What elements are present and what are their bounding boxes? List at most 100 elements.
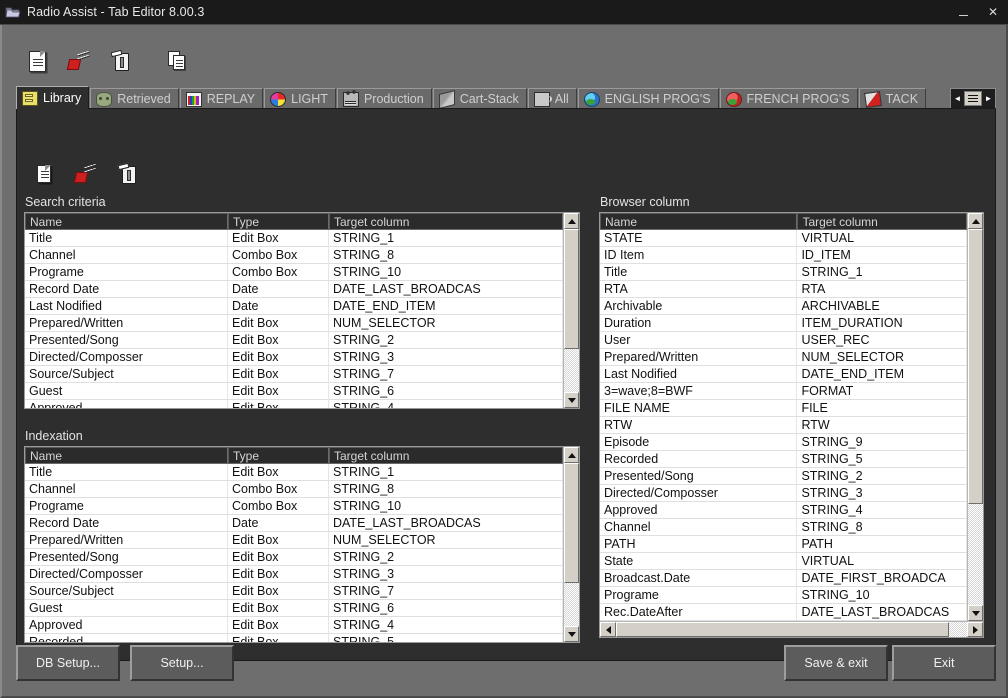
column-header[interactable]: Name — [25, 447, 228, 463]
delete-button[interactable] — [100, 44, 142, 78]
table-row[interactable]: ArchivableARCHIVABLE — [600, 298, 967, 315]
table-row[interactable]: ApprovedEdit BoxSTRING_4 — [25, 617, 563, 634]
close-button[interactable]: ✕ — [978, 0, 1008, 25]
new-document-button[interactable] — [16, 44, 58, 78]
column-header[interactable]: Target column — [329, 447, 563, 463]
vertical-scrollbar[interactable] — [967, 213, 983, 621]
table-row[interactable]: Source/SubjectEdit BoxSTRING_7 — [25, 583, 563, 600]
table-row[interactable]: GuestEdit BoxSTRING_6 — [25, 383, 563, 400]
table-row[interactable]: TitleEdit BoxSTRING_1 — [25, 464, 563, 481]
table-row[interactable]: EpisodeSTRING_9 — [600, 434, 967, 451]
edit-entry-button[interactable] — [65, 157, 107, 191]
table-row[interactable]: Directed/ComposserEdit BoxSTRING_3 — [25, 349, 563, 366]
setup-button[interactable]: Setup... — [130, 645, 234, 681]
table-row[interactable]: Record DateDateDATE_LAST_BROADCAS — [25, 281, 563, 298]
table-row[interactable]: 3=wave;8=BWFFORMAT — [600, 383, 967, 400]
column-header[interactable]: Target column — [329, 213, 563, 229]
table-row[interactable]: Presented/SongSTRING_2 — [600, 468, 967, 485]
table-row[interactable]: ChannelCombo BoxSTRING_8 — [25, 247, 563, 264]
column-header[interactable]: Type — [228, 447, 329, 463]
table-row[interactable]: Presented/SongEdit BoxSTRING_2 — [25, 549, 563, 566]
table-row[interactable]: Last NodifiedDateDATE_END_ITEM — [25, 298, 563, 315]
table-row[interactable]: RecordedSTRING_5 — [600, 451, 967, 468]
table-cell: STRING_10 — [329, 264, 563, 280]
main-toolbar — [16, 42, 198, 80]
table-row[interactable]: Source/SubjectEdit BoxSTRING_7 — [25, 366, 563, 383]
tab-light[interactable]: LIGHT — [264, 88, 336, 109]
tab-production[interactable]: Production — [337, 88, 432, 109]
table-row[interactable]: ID ItemID_ITEM — [600, 247, 967, 264]
browser-column-list[interactable]: NameTarget columnSTATEVIRTUALID ItemID_I… — [599, 212, 984, 638]
table-row[interactable]: FILE NAMEFILE — [600, 400, 967, 417]
table-row[interactable]: Broadcast.DateDATE_FIRST_BROADCA — [600, 570, 967, 587]
table-row[interactable]: TitleEdit BoxSTRING_1 — [25, 230, 563, 247]
table-row[interactable]: Directed/ComposserEdit BoxSTRING_3 — [25, 566, 563, 583]
save-and-exit-button[interactable]: Save & exit — [784, 645, 888, 681]
table-row[interactable]: DurationITEM_DURATION — [600, 315, 967, 332]
copy-button[interactable] — [156, 44, 198, 78]
db-setup-button[interactable]: DB Setup... — [16, 645, 120, 681]
table-row[interactable]: TitleSTRING_1 — [600, 264, 967, 281]
table-row[interactable]: Prepared/WrittenEdit BoxNUM_SELECTOR — [25, 532, 563, 549]
scroll-left-button[interactable] — [600, 622, 616, 637]
scroll-up-button[interactable] — [564, 213, 579, 229]
table-row[interactable]: RTARTA — [600, 281, 967, 298]
table-row[interactable]: ChannelCombo BoxSTRING_8 — [25, 481, 563, 498]
table-row[interactable]: GuestEdit BoxSTRING_6 — [25, 600, 563, 617]
tab-all[interactable]: All — [528, 88, 577, 109]
delete-entry-button[interactable] — [107, 157, 149, 191]
minimize-button[interactable] — [948, 0, 978, 25]
tab-english-progs[interactable]: ENGLISH PROG'S — [578, 88, 719, 109]
table-row[interactable]: StateVIRTUAL — [600, 553, 967, 570]
tab-list-icon[interactable] — [964, 91, 982, 106]
scrollbar-thumb[interactable] — [564, 463, 579, 583]
clear-button[interactable] — [58, 44, 100, 78]
scroll-up-button[interactable] — [564, 447, 579, 463]
tab-cart-stack[interactable]: Cart-Stack — [433, 88, 527, 109]
scroll-right-button[interactable] — [967, 622, 983, 637]
table-row[interactable]: ApprovedSTRING_4 — [600, 502, 967, 519]
scroll-down-button[interactable] — [564, 626, 579, 642]
table-row[interactable]: Record DateDateDATE_LAST_BROADCAS — [25, 515, 563, 532]
table-row[interactable]: RecordedEdit BoxSTRING_5 — [25, 634, 563, 642]
column-header[interactable]: Name — [600, 213, 797, 229]
table-row[interactable]: Presented/SongEdit BoxSTRING_2 — [25, 332, 563, 349]
tab-next-button[interactable]: ► — [982, 89, 995, 108]
horizontal-scrollbar[interactable] — [600, 621, 983, 637]
table-row[interactable]: ApprovedEdit BoxSTRING_4 — [25, 400, 563, 408]
vertical-scrollbar[interactable] — [563, 213, 579, 408]
table-row[interactable]: UserUSER_REC — [600, 332, 967, 349]
table-row[interactable]: Prepared/WrittenNUM_SELECTOR — [600, 349, 967, 366]
tab-french-progs[interactable]: FRENCH PROG'S — [720, 88, 858, 109]
column-header[interactable]: Type — [228, 213, 329, 229]
column-header[interactable]: Target column — [797, 213, 967, 229]
exit-button[interactable]: Exit — [892, 645, 996, 681]
vertical-scrollbar[interactable] — [563, 447, 579, 642]
tab-library[interactable]: Library — [16, 86, 89, 109]
table-row[interactable]: RTWRTW — [600, 417, 967, 434]
search-criteria-list[interactable]: NameTypeTarget columnTitleEdit BoxSTRING… — [24, 212, 580, 409]
table-row[interactable]: Rec.DateAfterDATE_LAST_BROADCAS — [600, 604, 967, 621]
tab-replay[interactable]: REPLAY — [180, 88, 263, 109]
tab-prev-button[interactable]: ◄ — [951, 89, 964, 108]
scrollbar-thumb[interactable] — [616, 622, 949, 637]
table-row[interactable]: ProgrameCombo BoxSTRING_10 — [25, 264, 563, 281]
scroll-down-button[interactable] — [564, 392, 579, 408]
table-row[interactable]: ProgrameSTRING_10 — [600, 587, 967, 604]
scrollbar-thumb[interactable] — [968, 229, 983, 504]
table-row[interactable]: Last NodifiedDATE_END_ITEM — [600, 366, 967, 383]
scroll-up-button[interactable] — [968, 213, 983, 229]
new-entry-button[interactable] — [23, 157, 65, 191]
table-row[interactable]: STATEVIRTUAL — [600, 230, 967, 247]
table-row[interactable]: Directed/ComposserSTRING_3 — [600, 485, 967, 502]
tab-tack[interactable]: TACK — [859, 88, 926, 109]
tab-retrieved[interactable]: Retrieved — [90, 88, 179, 109]
column-header[interactable]: Name — [25, 213, 228, 229]
table-row[interactable]: ProgrameCombo BoxSTRING_10 — [25, 498, 563, 515]
scroll-down-button[interactable] — [968, 605, 983, 621]
scrollbar-thumb[interactable] — [564, 229, 579, 349]
indexation-list[interactable]: NameTypeTarget columnTitleEdit BoxSTRING… — [24, 446, 580, 643]
table-row[interactable]: ChannelSTRING_8 — [600, 519, 967, 536]
table-row[interactable]: PATHPATH — [600, 536, 967, 553]
table-row[interactable]: Prepared/WrittenEdit BoxNUM_SELECTOR — [25, 315, 563, 332]
